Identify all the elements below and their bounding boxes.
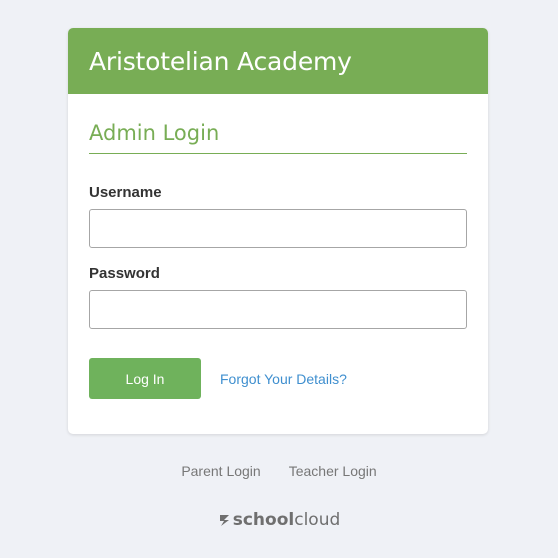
schoolcloud-brand: school cloud: [0, 510, 558, 530]
teacher-login-link[interactable]: Teacher Login: [289, 463, 377, 479]
card-header: Aristotelian Academy: [68, 28, 488, 94]
login-button[interactable]: Log In: [89, 358, 201, 399]
form-title: Admin Login: [89, 120, 467, 154]
schoolcloud-logo-icon: [218, 513, 232, 527]
login-form: Admin Login Username Password Log In For…: [68, 120, 488, 399]
brand-name-bold: school: [232, 510, 295, 530]
brand-name-light: cloud: [294, 510, 341, 530]
login-card: Aristotelian Academy Admin Login Usernam…: [68, 28, 488, 434]
form-actions: Log In Forgot Your Details?: [89, 358, 467, 399]
school-name: Aristotelian Academy: [89, 46, 352, 76]
forgot-details-link[interactable]: Forgot Your Details?: [220, 371, 347, 387]
username-label: Username: [89, 184, 162, 201]
username-input[interactable]: [89, 209, 467, 248]
password-input[interactable]: [89, 290, 467, 329]
footer-links: Parent Login Teacher Login: [0, 463, 558, 479]
parent-login-link[interactable]: Parent Login: [181, 463, 260, 479]
password-label: Password: [89, 265, 160, 282]
